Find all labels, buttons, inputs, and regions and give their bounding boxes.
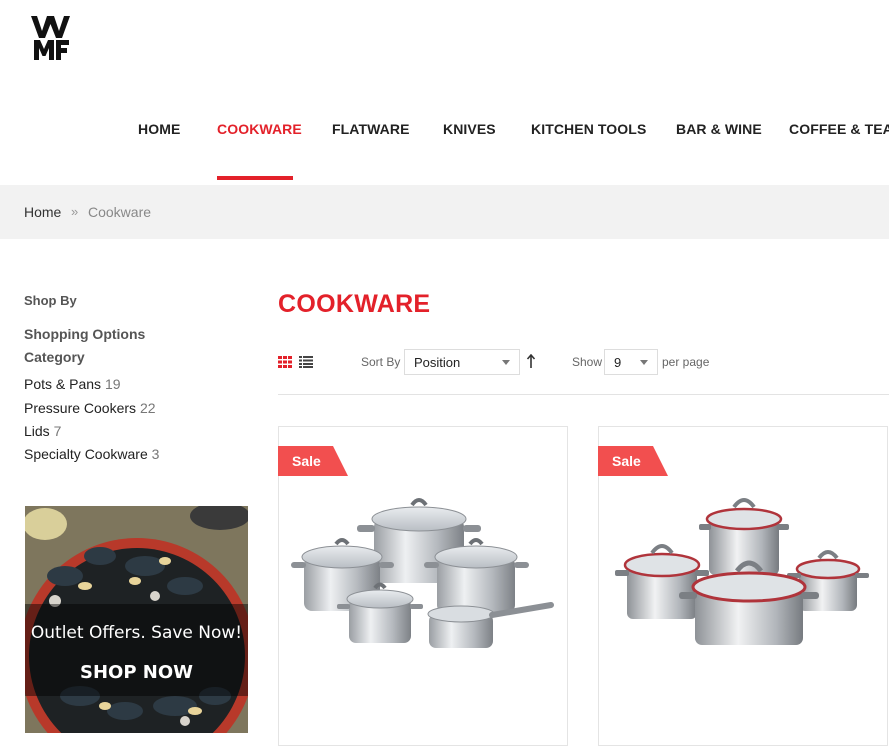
category-count: 7 xyxy=(53,423,62,439)
shop-by-heading: Shop By xyxy=(24,293,77,308)
grid-view-icon[interactable] xyxy=(278,355,292,373)
nav-flatware[interactable]: FLATWARE xyxy=(332,121,410,137)
list-view-icon[interactable] xyxy=(299,355,313,373)
sale-badge: Sale xyxy=(598,446,670,476)
sort-by-value: Position xyxy=(414,355,461,370)
show-label: Show xyxy=(572,355,603,369)
toolbar-divider xyxy=(278,394,889,395)
sort-direction-arrow-up-icon[interactable] xyxy=(526,353,536,374)
category-item-specialty-cookware[interactable]: Specialty Cookware 3 xyxy=(24,446,159,462)
category-item-pressure-cookers[interactable]: Pressure Cookers 22 xyxy=(24,400,156,416)
category-label: Specialty Cookware xyxy=(24,446,148,462)
nav-cookware[interactable]: COOKWARE xyxy=(217,121,302,137)
nav-active-indicator xyxy=(217,176,293,180)
category-label: Pressure Cookers xyxy=(24,400,137,416)
nav-coffee-tea[interactable]: COFFEE & TEA xyxy=(789,121,889,137)
category-label: Lids xyxy=(24,423,50,439)
shopping-options-heading: Shopping Options xyxy=(24,326,146,342)
category-item-lids[interactable]: Lids 7 xyxy=(24,423,61,439)
promo-headline: Outlet Offers. Save Now! xyxy=(30,623,243,643)
category-item-pots-pans[interactable]: Pots & Pans 19 xyxy=(24,376,121,392)
breadcrumb-separator: » xyxy=(71,204,79,219)
category-count: 3 xyxy=(151,446,160,462)
nav-home[interactable]: HOME xyxy=(138,121,180,137)
category-count: 19 xyxy=(104,376,121,392)
chevron-down-icon xyxy=(640,360,648,365)
promo-background-image xyxy=(25,506,248,733)
nav-knives[interactable]: KNIVES xyxy=(443,121,496,137)
main-navigation: HOME COOKWARE FLATWARE KNIVES KITCHEN TO… xyxy=(0,0,889,185)
category-count: 22 xyxy=(139,400,156,416)
outlet-promo-banner[interactable]: Outlet Offers. Save Now! SHOP NOW xyxy=(25,506,248,733)
breadcrumb-current: Cookware xyxy=(88,204,152,220)
sale-badge: Sale xyxy=(278,446,350,476)
sort-by-select[interactable]: Position xyxy=(404,349,520,375)
nav-kitchen-tools[interactable]: KITCHEN TOOLS xyxy=(531,121,646,137)
nav-bar-wine[interactable]: BAR & WINE xyxy=(676,121,762,137)
chevron-down-icon xyxy=(502,360,510,365)
promo-shop-now-button[interactable]: SHOP NOW xyxy=(25,662,248,683)
category-heading[interactable]: Category xyxy=(24,349,85,365)
limiter-value: 9 xyxy=(614,355,622,370)
limiter-select[interactable]: 9 xyxy=(604,349,658,375)
per-page-label: per page xyxy=(662,355,710,369)
page-title: COOKWARE xyxy=(278,290,431,318)
category-label: Pots & Pans xyxy=(24,376,102,392)
breadcrumb-home[interactable]: Home xyxy=(24,204,61,220)
sort-by-label: Sort By xyxy=(361,355,401,369)
